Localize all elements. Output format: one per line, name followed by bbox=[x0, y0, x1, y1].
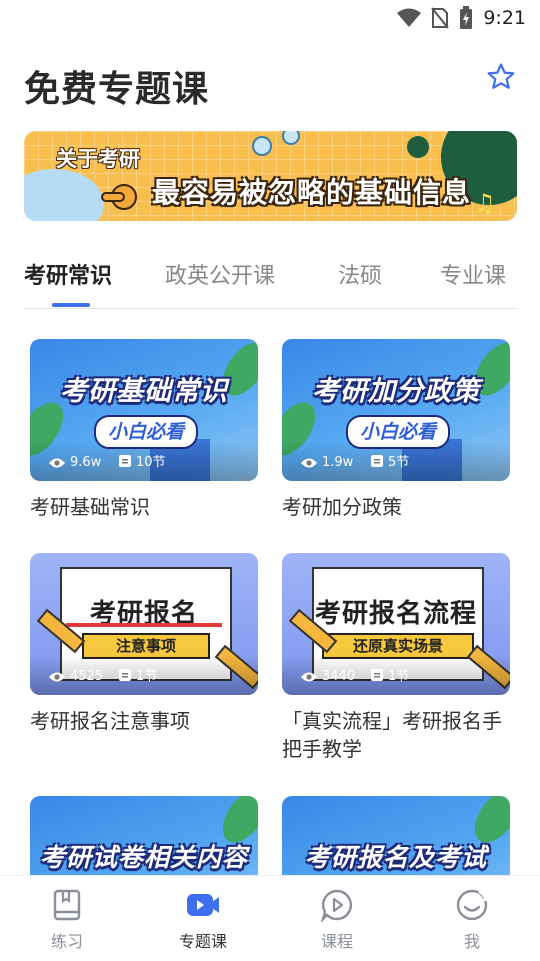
course-card[interactable]: 考研加分政策 小白必看 1.9w 5节 考研加分政策 bbox=[282, 339, 510, 521]
lessons-count: 1节 bbox=[388, 669, 410, 684]
course-title[interactable]: 考研报名注意事项 bbox=[30, 707, 258, 735]
course-card[interactable]: 考研报名 注意事项 4525 1节 考研报名注意事项 bbox=[30, 553, 258, 735]
views-stat: 4525 bbox=[48, 669, 103, 684]
page-title: 免费专题课 bbox=[24, 69, 210, 110]
course-stats: 4525 1节 bbox=[30, 655, 258, 695]
bottom-nav: 练习 专题课 课程 我 bbox=[0, 875, 540, 961]
course-stats: 9.6w 10节 bbox=[30, 441, 258, 481]
lesson-list-icon bbox=[119, 668, 131, 681]
course-card[interactable]: 考研报名流程 还原真实场景 3440 1节 「真实流程」考研报名手把手教学 bbox=[282, 553, 510, 763]
eye-icon bbox=[49, 672, 65, 681]
eye-icon bbox=[49, 458, 65, 467]
promo-banner[interactable]: 关于考研 最容易被忽略的基础信息 ♫ bbox=[24, 131, 517, 221]
views-stat: 1.9w bbox=[300, 455, 353, 470]
nav-label: 我 bbox=[463, 932, 480, 951]
battery-charging-icon bbox=[460, 6, 473, 29]
lessons-count: 5节 bbox=[388, 455, 410, 470]
views-stat: 3440 bbox=[300, 669, 355, 684]
views-count: 4525 bbox=[70, 669, 104, 684]
nav-practice[interactable]: 练习 bbox=[22, 888, 112, 952]
course-card[interactable]: 考研基础常识 小白必看 9.6w 10节 考研基础常识 bbox=[30, 339, 258, 521]
thumbnail-title: 考研报名及考试 bbox=[304, 843, 487, 872]
views-count: 1.9w bbox=[322, 455, 354, 470]
course-thumbnail[interactable]: 考研报名流程 还原真实场景 3440 1节 bbox=[282, 553, 510, 695]
thumbnail-title: 考研基础常识 bbox=[60, 376, 228, 407]
lesson-list-icon bbox=[119, 454, 131, 467]
video-icon bbox=[187, 894, 219, 916]
course-title[interactable]: 「真实流程」考研报名手把手教学 bbox=[282, 707, 510, 763]
lesson-list-icon bbox=[371, 454, 383, 467]
tab-indicator bbox=[52, 303, 90, 307]
wifi-icon bbox=[397, 8, 422, 27]
smile-icon bbox=[456, 889, 488, 921]
course-thumbnail[interactable]: 考研报名 注意事项 4525 1节 bbox=[30, 553, 258, 695]
nav-courses[interactable]: 课程 bbox=[292, 888, 382, 952]
nav-me[interactable]: 我 bbox=[427, 888, 517, 952]
course-title[interactable]: 考研基础常识 bbox=[30, 493, 258, 521]
play-bubble-icon bbox=[320, 889, 352, 922]
lessons-count: 10节 bbox=[136, 455, 166, 470]
lessons-stat: 10节 bbox=[118, 451, 166, 470]
nav-special-course[interactable]: 专题课 bbox=[158, 888, 248, 952]
nav-label: 练习 bbox=[50, 932, 83, 951]
banner-decoration bbox=[407, 136, 429, 158]
lesson-list-icon bbox=[371, 668, 383, 681]
views-count: 3440 bbox=[322, 669, 356, 684]
lessons-stat: 1节 bbox=[118, 665, 157, 684]
lessons-stat: 5节 bbox=[370, 451, 409, 470]
music-note-icon: ♫ bbox=[474, 189, 496, 217]
status-bar: 9:21 bbox=[0, 0, 540, 36]
lessons-stat: 1节 bbox=[370, 665, 409, 684]
banner-decoration bbox=[252, 136, 272, 156]
status-icons: 9:21 bbox=[397, 6, 526, 30]
nav-label: 专题课 bbox=[178, 932, 227, 951]
divider bbox=[24, 308, 517, 309]
views-stat: 9.6w bbox=[48, 455, 101, 470]
banner-decoration bbox=[282, 131, 300, 145]
course-stats: 1.9w 5节 bbox=[282, 441, 510, 481]
book-icon bbox=[53, 889, 81, 921]
no-sim-icon bbox=[431, 7, 450, 29]
course-thumbnail[interactable]: 考研加分政策 小白必看 1.9w 5节 bbox=[282, 339, 510, 481]
eye-icon bbox=[301, 458, 317, 467]
favorite-star-button[interactable] bbox=[486, 62, 516, 92]
status-time: 9:21 bbox=[483, 7, 526, 29]
thumbnail-title: 考研加分政策 bbox=[312, 376, 480, 407]
course-title[interactable]: 考研加分政策 bbox=[282, 493, 510, 521]
lessons-count: 1节 bbox=[136, 669, 158, 684]
views-count: 9.6w bbox=[70, 455, 102, 470]
tab-kaoyan-changshi[interactable]: 考研常识 bbox=[24, 258, 112, 290]
tab-zhengying-gongkaike[interactable]: 政英公开课 bbox=[165, 258, 275, 290]
banner-decoration bbox=[24, 169, 104, 221]
nav-label: 课程 bbox=[320, 932, 353, 951]
thumbnail-title: 考研试卷相关内容 bbox=[39, 843, 248, 872]
tab-zhuanyeke[interactable]: 专业课 bbox=[440, 258, 506, 290]
tab-fashuo[interactable]: 法硕 bbox=[338, 258, 382, 290]
thumbnail-decoration bbox=[66, 623, 222, 627]
eye-icon bbox=[301, 672, 317, 681]
course-stats: 3440 1节 bbox=[282, 655, 510, 695]
banner-kicker: 关于考研 bbox=[56, 147, 140, 171]
pointing-hand-icon bbox=[101, 184, 137, 210]
banner-headline: 最容易被忽略的基础信息 bbox=[152, 176, 472, 209]
category-tabs: 考研常识 政英公开课 法硕 专业课 bbox=[0, 250, 540, 310]
course-thumbnail[interactable]: 考研基础常识 小白必看 9.6w 10节 bbox=[30, 339, 258, 481]
